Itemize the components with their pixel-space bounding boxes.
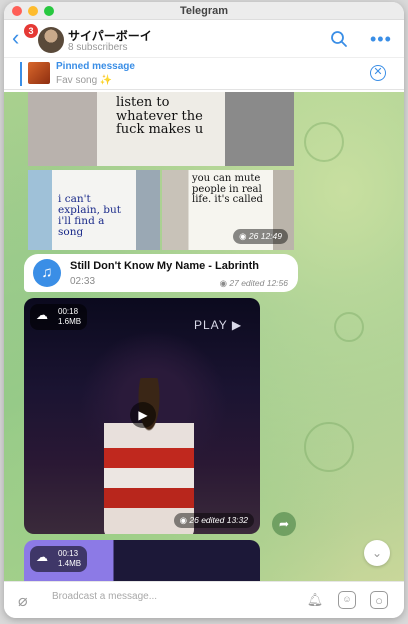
camera-icon[interactable]: ○ bbox=[370, 591, 388, 609]
photo-left[interactable]: i can't explain, but i'll find a song bbox=[28, 170, 160, 250]
attach-paperclip-icon[interactable]: ⌀ bbox=[18, 591, 28, 611]
pinned-thumbnail bbox=[28, 62, 50, 84]
video-performer bbox=[104, 378, 194, 534]
music-title: Still Don't Know My Name - Labrinth bbox=[70, 260, 260, 272]
photo-top[interactable]: listen to whatever the fuck makes u bbox=[28, 92, 294, 166]
music-note-icon[interactable]: ♫ bbox=[33, 259, 61, 287]
search-icon[interactable] bbox=[330, 30, 348, 48]
photo-handwriting: listen to whatever the fuck makes u bbox=[116, 95, 204, 138]
title-bar: Telegram bbox=[4, 2, 404, 20]
photo-handwriting: you can mute people in real life. it's c… bbox=[192, 173, 263, 205]
telegram-window: Telegram ‹ 3 サイパーボーイ 8 subscribers ••• P… bbox=[4, 2, 404, 618]
subscriber-count: 8 subscribers bbox=[68, 42, 128, 53]
background-doodle bbox=[334, 312, 364, 342]
background-doodle bbox=[304, 122, 344, 162]
minimize-window-button[interactable] bbox=[28, 6, 38, 16]
chat-header: ‹ 3 サイパーボーイ 8 subscribers ••• bbox=[4, 20, 404, 58]
close-window-button[interactable] bbox=[12, 6, 22, 16]
notification-bell-icon[interactable]: 🔔︎ bbox=[306, 591, 324, 609]
window-controls bbox=[12, 6, 54, 16]
video-duration: 00:13 bbox=[58, 549, 79, 558]
play-icon[interactable]: ▶ bbox=[130, 402, 156, 428]
views-icon: ◉ bbox=[219, 278, 230, 288]
video-meta: ◉ 26 edited 13:32 bbox=[173, 513, 254, 528]
pinned-indicator bbox=[20, 62, 22, 86]
channel-avatar[interactable] bbox=[38, 27, 64, 53]
share-icon[interactable]: ➦ bbox=[272, 512, 296, 536]
close-pinned-icon[interactable]: ✕ bbox=[370, 65, 386, 81]
pinned-message-bar[interactable]: Pinned message Fav song ✨ ✕ bbox=[4, 58, 404, 90]
pinned-title: Pinned message bbox=[56, 61, 135, 72]
more-options-icon[interactable]: ••• bbox=[370, 30, 392, 48]
chat-area[interactable]: listen to whatever the fuck makes u i ca… bbox=[4, 92, 404, 581]
photo-meta-text: 26 12:49 bbox=[248, 231, 282, 241]
message-composer: ⌀ 🔔︎ ☺ ○ bbox=[4, 581, 404, 618]
scroll-down-icon[interactable]: ⌄ bbox=[364, 540, 390, 566]
sticker-icon[interactable]: ☺ bbox=[338, 591, 356, 609]
broadcast-input[interactable] bbox=[52, 591, 272, 602]
video-size: 1.4MB bbox=[58, 559, 82, 568]
background-doodle bbox=[304, 422, 354, 472]
music-message[interactable]: ♫ Still Don't Know My Name - Labrinth 02… bbox=[24, 254, 298, 292]
video-message[interactable]: PLAY ▶ ☁ 00:18 1.6MB ▶ ◉ 26 edited 13:32 bbox=[24, 298, 260, 534]
video-size: 1.6MB bbox=[58, 317, 82, 326]
video-duration: 00:18 bbox=[58, 307, 79, 316]
views-icon: ◉ bbox=[239, 231, 249, 241]
download-cloud-icon: ☁ bbox=[36, 550, 48, 564]
video-meta-text: 26 edited 13:32 bbox=[189, 515, 248, 525]
photo-right[interactable]: you can mute people in real life. it's c… bbox=[162, 170, 294, 250]
download-cloud-icon: ☁ bbox=[36, 308, 48, 322]
music-meta-text: 27 edited 12:56 bbox=[229, 278, 288, 288]
video-message-2[interactable]: ☁ 00:13 1.4MB bbox=[24, 540, 260, 581]
zoom-window-button[interactable] bbox=[44, 6, 54, 16]
music-duration: 02:33 bbox=[70, 276, 96, 287]
unread-badge: 3 bbox=[24, 24, 38, 38]
photo-meta: ◉ 26 12:49 bbox=[233, 229, 288, 244]
pinned-text: Fav song ✨ bbox=[56, 75, 113, 86]
video-download-chip[interactable]: ☁ 00:18 1.6MB bbox=[30, 304, 88, 330]
music-meta: ◉ 27 edited 12:56 bbox=[220, 278, 288, 289]
back-chevron-icon[interactable]: ‹ bbox=[12, 27, 19, 49]
video-sign-text: PLAY ▶ bbox=[194, 318, 243, 332]
video-download-chip[interactable]: ☁ 00:13 1.4MB bbox=[30, 546, 88, 572]
views-icon: ◉ bbox=[179, 515, 190, 525]
photo-handwriting: i can't explain, but i'll find a song bbox=[58, 193, 121, 239]
window-title: Telegram bbox=[179, 4, 229, 17]
